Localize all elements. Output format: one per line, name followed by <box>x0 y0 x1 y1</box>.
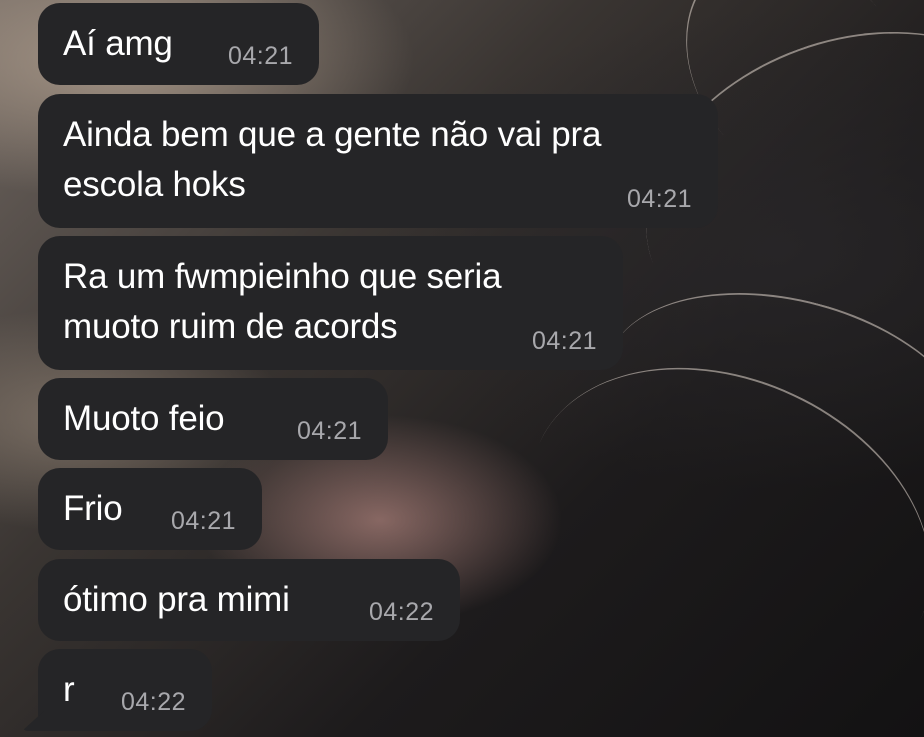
message-timestamp: 04:21 <box>227 42 293 70</box>
message-bubble[interactable]: Ainda bem que a gente não vai pra escola… <box>38 94 718 228</box>
message-bubble[interactable]: r 04:22 <box>22 649 212 731</box>
message-bubble[interactable]: Ra um fwmpieinho que seria muoto ruim de… <box>38 236 623 370</box>
message-timestamp: 04:21 <box>170 507 236 535</box>
message-text: Ra um fwmpieinho que seria muoto ruim de… <box>63 257 502 346</box>
message-bubble[interactable]: Frio 04:21 <box>38 468 262 550</box>
message-timestamp: 04:21 <box>626 185 692 213</box>
message-timestamp: 04:22 <box>120 688 186 716</box>
bubble-tail <box>22 711 44 731</box>
message-text: Ainda bem que a gente não vai pra escola… <box>63 115 602 204</box>
message-bubble[interactable]: ótimo pra mimi 04:22 <box>38 559 460 641</box>
message-timestamp: 04:21 <box>531 327 597 355</box>
message-bubble[interactable]: Muoto feio 04:21 <box>38 378 388 460</box>
message-timestamp: 04:22 <box>368 598 434 626</box>
message-bubble[interactable]: Aí amg 04:21 <box>38 3 319 85</box>
message-timestamp: 04:21 <box>296 417 362 445</box>
message-list[interactable]: Aí amg 04:21 Ainda bem que a gente não v… <box>0 0 924 737</box>
